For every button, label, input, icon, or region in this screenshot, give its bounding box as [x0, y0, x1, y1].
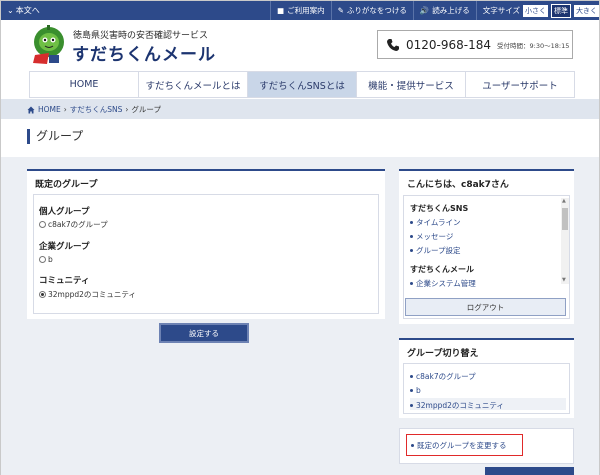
bullet-icon: [410, 235, 413, 238]
sns-section-title: すだちくんSNS: [410, 204, 469, 213]
personal-group-title: 個人グループ: [39, 207, 90, 217]
skip-to-content-link[interactable]: ⌄ 本文へ: [7, 5, 40, 16]
default-group-heading: 既定のグループ: [35, 180, 98, 190]
breadcrumb: HOME › すだちくんSNS › グループ: [27, 104, 161, 115]
group-switch-panel: グループ切り替え c8ak7のグループ b 32mppd2のコミュニティ: [399, 338, 574, 418]
square-icon: ■: [276, 6, 285, 15]
message-link[interactable]: メッセージ: [410, 231, 453, 242]
nav-about-sns[interactable]: すだちくんSNSとは: [247, 72, 356, 97]
read-aloud-label: 読み上げる: [432, 6, 470, 15]
group-switch-item[interactable]: b: [410, 386, 421, 395]
font-size-large-button[interactable]: 大きく: [574, 4, 599, 17]
bullet-icon: [410, 404, 413, 407]
group-switch-item[interactable]: c8ak7のグループ: [410, 371, 476, 382]
option-label: 32mppd2のコミュニティ: [48, 290, 136, 299]
link-label: 企業システム管理: [416, 279, 476, 288]
site-brand[interactable]: すだちくんメール: [72, 40, 216, 65]
option-label: c8ak7のグループ: [48, 220, 108, 229]
breadcrumb-bar: HOME › すだちくんSNS › グループ: [1, 99, 599, 119]
usage-guide-link[interactable]: ■ ご利用案内: [269, 1, 331, 20]
page-title: グループ: [27, 129, 83, 144]
radio-button[interactable]: [39, 221, 46, 228]
home-icon: [27, 106, 35, 113]
read-aloud-link[interactable]: 🔊 読み上げる: [412, 1, 476, 20]
link-label: c8ak7のグループ: [416, 372, 476, 381]
bullet-icon: [410, 389, 413, 392]
font-size-label: 文字サイズ: [482, 6, 520, 15]
link-label: メッセージ: [416, 232, 454, 241]
global-nav: HOME すだちくんメールとは すだちくんSNSとは 機能・提供サービス ユーザ…: [29, 71, 575, 98]
breadcrumb-sns[interactable]: すだちくんSNS: [70, 104, 123, 115]
group-switch-list: c8ak7のグループ b 32mppd2のコミュニティ: [403, 363, 570, 414]
business-hours: 受付時間：9:30〜18:15: [497, 41, 570, 50]
breadcrumb-home[interactable]: HOME: [38, 105, 61, 114]
font-size-small-button[interactable]: 小さく: [523, 4, 548, 17]
group-switch-item-current[interactable]: 32mppd2のコミュニティ: [410, 400, 504, 411]
community-title: コミュニティ: [39, 276, 90, 286]
set-default-button[interactable]: 設定する: [159, 323, 249, 343]
default-group-form: 個人グループ c8ak7のグループ 企業グループ b コミュニティ 32mppd…: [33, 194, 379, 314]
link-label: タイムライン: [416, 218, 461, 227]
mail-section-title: すだちくんメール: [410, 265, 474, 274]
furigana-link[interactable]: ✎ ふりがなをつける: [330, 1, 413, 20]
phone-box: 0120-968-184 受付時間：9:30〜18:15: [377, 30, 573, 59]
nav-about-mail[interactable]: すだちくんメールとは: [138, 72, 247, 97]
personal-group-option[interactable]: c8ak7のグループ: [39, 219, 108, 230]
font-size-normal-button[interactable]: 標準: [551, 3, 571, 18]
corporate-group-title: 企業グループ: [39, 242, 90, 252]
scrollbar-thumb[interactable]: [562, 208, 568, 230]
bullet-icon: [410, 249, 413, 252]
bullet-icon: [411, 443, 414, 447]
radio-button-selected[interactable]: [39, 291, 46, 298]
bullet-icon: [410, 282, 413, 285]
skip-label: 本文へ: [15, 6, 40, 15]
sudachi-mascot-logo[interactable]: [27, 23, 69, 65]
logout-button[interactable]: ログアウト: [405, 298, 566, 316]
usage-guide-label: ご利用案内: [287, 6, 325, 15]
default-group-panel: 既定のグループ 個人グループ c8ak7のグループ 企業グループ b コミュニテ…: [27, 169, 385, 319]
link-label: グループ設定: [416, 246, 461, 255]
scroll-up-icon[interactable]: ▲: [562, 198, 566, 204]
nav-home[interactable]: HOME: [29, 72, 138, 97]
phone-number: 0120-968-184: [406, 37, 492, 52]
bullet-icon: [410, 221, 413, 224]
pencil-icon: ✎: [337, 6, 344, 15]
user-panel: こんにちは、c8ak7さん すだちくんSNS タイムライン メッセージ グループ…: [399, 169, 574, 324]
option-label: b: [48, 255, 53, 264]
greeting: こんにちは、c8ak7さん: [407, 180, 509, 190]
chevron-down-icon: ⌄: [7, 6, 14, 15]
furigana-label: ふりがなをつける: [346, 6, 407, 15]
page-top-button[interactable]: [485, 467, 574, 475]
corporate-group-option[interactable]: b: [39, 255, 53, 264]
change-default-label: 既定のグループを変更する: [417, 440, 507, 450]
breadcrumb-separator: ›: [125, 105, 129, 114]
link-label: b: [416, 386, 421, 395]
corporate-admin-link[interactable]: 企業システム管理: [410, 278, 476, 289]
site-header: 徳島県災害時の安否確認サービス すだちくんメール 0120-968-184 受付…: [1, 20, 599, 69]
font-size-control: 文字サイズ 小さく 標準 大きく: [475, 1, 599, 20]
group-settings-link[interactable]: グループ設定: [410, 245, 461, 256]
community-option[interactable]: 32mppd2のコミュニティ: [39, 289, 136, 300]
scroll-down-icon[interactable]: ▼: [562, 277, 566, 283]
breadcrumb-current: グループ: [131, 105, 161, 114]
menu-scrollbar[interactable]: ▲ ▼: [561, 198, 569, 284]
timeline-link[interactable]: タイムライン: [410, 217, 460, 228]
phone-icon: [387, 38, 399, 51]
utility-bar: ⌄ 本文へ ■ ご利用案内 ✎ ふりがなをつける 🔊 読み上げる 文字サイズ 小…: [1, 1, 599, 20]
bullet-icon: [410, 375, 413, 378]
change-default-group-link[interactable]: 既定のグループを変更する: [406, 434, 523, 456]
link-label: 32mppd2のコミュニティ: [416, 401, 504, 410]
nav-support[interactable]: ユーザーサポート: [465, 72, 575, 97]
breadcrumb-separator: ›: [63, 105, 67, 114]
group-switch-heading: グループ切り替え: [407, 349, 479, 359]
speaker-icon: 🔊: [419, 6, 430, 15]
radio-button[interactable]: [39, 256, 46, 263]
nav-features[interactable]: 機能・提供サービス: [356, 72, 465, 97]
